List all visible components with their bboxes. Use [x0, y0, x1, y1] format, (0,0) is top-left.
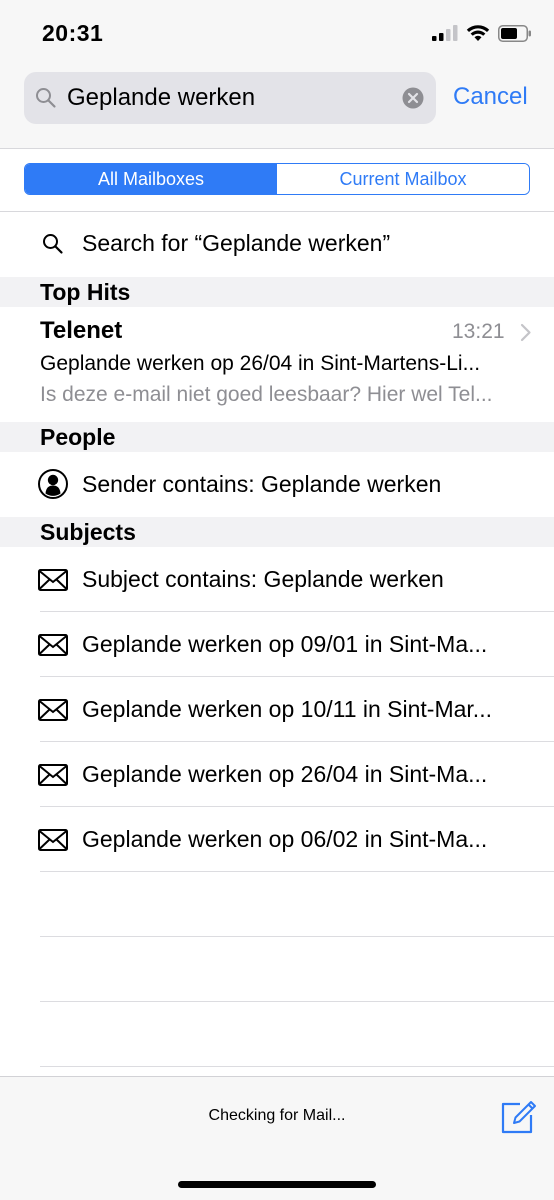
- row-separator: [40, 1001, 554, 1002]
- scope-current-mailbox[interactable]: Current Mailbox: [277, 164, 529, 194]
- message-preview: Is deze e-mail niet goed leesbaar? Hier …: [40, 383, 493, 406]
- search-suggestion-label: Search for “Geplande werken”: [82, 230, 391, 256]
- bottom-toolbar: Checking for Mail...: [0, 1076, 554, 1200]
- message-subject: Geplande werken op 26/04 in Sint-Martens…: [40, 352, 481, 375]
- search-area: Geplande werken Cancel: [0, 64, 554, 148]
- subject-row-label: Geplande werken op 06/02 in Sint-Ma...: [82, 826, 488, 852]
- envelope-icon: [38, 829, 68, 851]
- search-input[interactable]: Geplande werken: [67, 84, 255, 112]
- subject-row[interactable]: Geplande werken op 06/02 in Sint-Ma...: [0, 807, 554, 872]
- subject-row[interactable]: Geplande werken op 10/11 in Sint-Mar...: [0, 677, 554, 742]
- subject-row[interactable]: Geplande werken op 09/01 in Sint-Ma...: [0, 612, 554, 677]
- row-separator: [40, 871, 554, 872]
- search-icon: [36, 88, 56, 108]
- search-field[interactable]: Geplande werken: [24, 72, 436, 124]
- battery-icon: [498, 24, 531, 42]
- section-header-top-hits: Top Hits: [0, 277, 554, 307]
- message-sender: Telenet: [40, 317, 123, 344]
- section-header-subjects: Subjects: [0, 517, 554, 547]
- section-title: Top Hits: [40, 279, 131, 305]
- wifi-icon: [466, 25, 490, 41]
- top-hit-message[interactable]: Telenet 13:21 Geplande werken op 26/04 i…: [0, 307, 554, 422]
- compose-icon[interactable]: [500, 1099, 538, 1135]
- signal-icon: [432, 25, 458, 41]
- mail-status-text: Checking for Mail...: [208, 1107, 346, 1124]
- subject-row[interactable]: Subject contains: Geplande werken: [0, 547, 554, 612]
- chevron-right-icon: [520, 323, 531, 342]
- envelope-icon: [38, 699, 68, 721]
- section-title: People: [40, 424, 116, 450]
- section-header-people: People: [0, 422, 554, 452]
- cancel-button[interactable]: Cancel: [453, 83, 528, 111]
- search-icon: [43, 234, 63, 254]
- subject-row-label: Geplande werken op 26/04 in Sint-Ma...: [82, 761, 488, 787]
- status-time: 20:31: [42, 20, 104, 46]
- envelope-icon: [38, 634, 68, 656]
- envelope-icon: [38, 764, 68, 786]
- search-suggestion-row[interactable]: Search for “Geplande werken”: [0, 212, 554, 276]
- home-indicator: [178, 1181, 376, 1188]
- clear-icon[interactable]: [402, 87, 424, 109]
- people-row-label: Sender contains: Geplande werken: [82, 471, 442, 497]
- scope-segmented-control: All Mailboxes Current Mailbox: [24, 163, 530, 195]
- status-bar: 20:31: [0, 0, 554, 64]
- scope-all-mailboxes[interactable]: All Mailboxes: [25, 164, 277, 194]
- section-title: Subjects: [40, 519, 136, 545]
- row-separator: [40, 1066, 554, 1067]
- subject-row-label: Geplande werken op 09/01 in Sint-Ma...: [82, 631, 488, 657]
- message-time: 13:21: [452, 320, 505, 343]
- row-separator: [40, 936, 554, 937]
- envelope-icon: [38, 569, 68, 591]
- subject-row-label: Geplande werken op 10/11 in Sint-Mar...: [82, 696, 492, 722]
- person-icon: [38, 469, 68, 499]
- people-row[interactable]: Sender contains: Geplande werken: [0, 452, 554, 517]
- subject-row-label: Subject contains: Geplande werken: [82, 566, 444, 592]
- scope-bar: All Mailboxes Current Mailbox: [0, 149, 554, 211]
- status-icons: [432, 24, 532, 42]
- subject-row[interactable]: Geplande werken op 26/04 in Sint-Ma...: [0, 742, 554, 807]
